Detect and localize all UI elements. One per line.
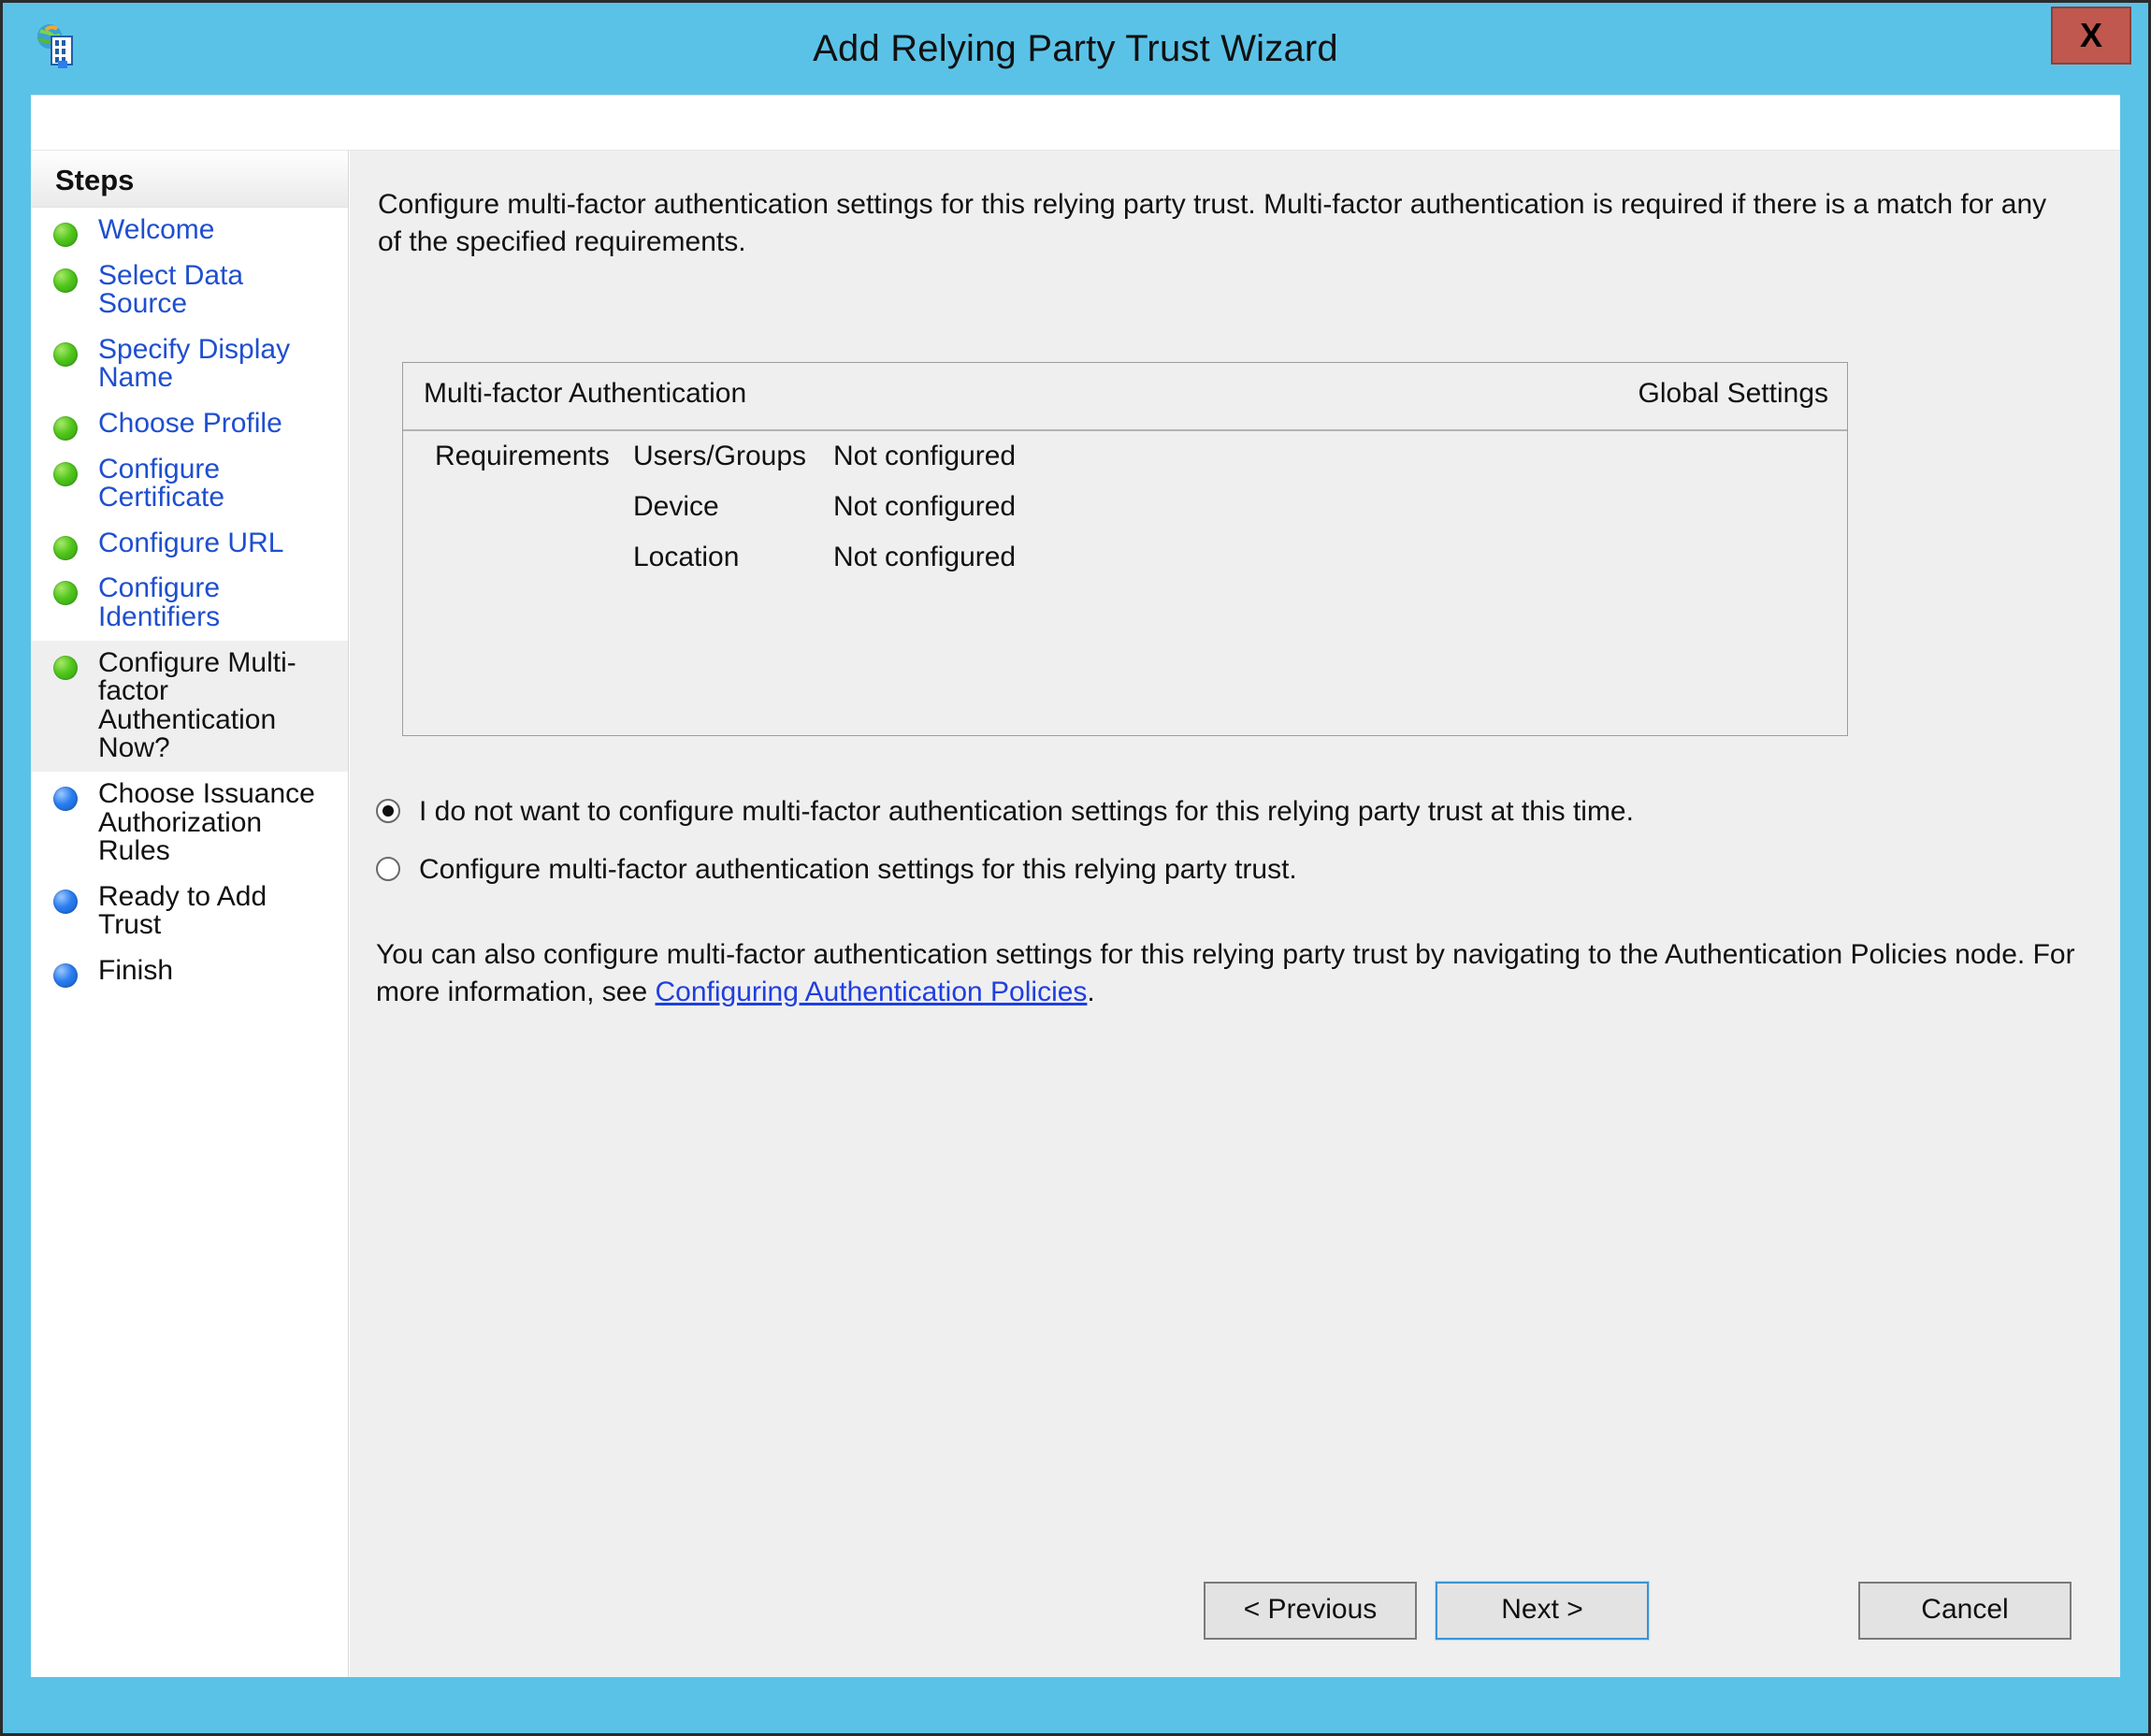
requirement-name: Users/Groups <box>633 441 806 472</box>
help-note-before: You can also configure multi-factor auth… <box>376 939 2075 1007</box>
sidebar-item-label: Specify Display Name <box>98 336 335 393</box>
requirement-value: Not configured <box>833 491 1016 523</box>
mfa-panel-header: Multi-factor Authentication Global Setti… <box>403 363 1847 431</box>
steps-header-label: Steps <box>55 164 134 197</box>
table-row: Location Not configured <box>403 530 1847 581</box>
requirement-name: Location <box>633 542 739 573</box>
status-bullet-icon <box>53 536 78 560</box>
requirements-label: Requirements <box>435 441 610 472</box>
mfa-summary-panel: Multi-factor Authentication Global Setti… <box>402 362 1848 736</box>
status-bullet-icon <box>53 787 78 811</box>
sidebar-item-label: Configure URL <box>98 529 335 558</box>
footer-bar: < Previous Next > Cancel <box>350 1555 2120 1677</box>
next-button[interactable]: Next > <box>1436 1582 1649 1640</box>
sidebar-item-select-data-source[interactable]: Select Data Source <box>31 253 348 327</box>
help-note: You can also configure multi-factor auth… <box>376 936 2078 1011</box>
status-bullet-icon <box>53 416 78 441</box>
previous-button[interactable]: < Previous <box>1204 1582 1417 1640</box>
steps-header: Steps <box>31 151 348 208</box>
radio-label: I do not want to configure multi-factor … <box>419 796 1634 827</box>
table-row: Device Not configured <box>403 480 1847 530</box>
requirement-name: Device <box>633 491 719 523</box>
mfa-panel-title: Multi-factor Authentication <box>424 378 746 410</box>
help-note-after: . <box>1087 976 1094 1007</box>
sidebar-item-configure-url[interactable]: Configure URL <box>31 521 348 567</box>
mfa-panel-scope: Global Settings <box>1639 378 1828 410</box>
sidebar-item-label: Ready to Add Trust <box>98 883 335 940</box>
window-title: Add Relying Party Trust Wizard <box>3 3 2148 94</box>
close-button[interactable]: X <box>2051 7 2131 65</box>
main-content: Configure multi-factor authentication se… <box>350 151 2120 1677</box>
status-bullet-icon <box>53 268 78 293</box>
sidebar-item-label: Choose Profile <box>98 410 335 439</box>
requirement-value: Not configured <box>833 542 1016 573</box>
sidebar-item-label: Choose Issuance Authorization Rules <box>98 780 335 866</box>
sidebar-item-welcome[interactable]: Welcome <box>31 208 348 253</box>
radio-do-not-configure-mfa[interactable]: I do not want to configure multi-factor … <box>376 796 1634 828</box>
radio-configure-mfa[interactable]: Configure multi-factor authentication se… <box>376 854 1297 886</box>
cancel-button[interactable]: Cancel <box>1858 1582 2072 1640</box>
sidebar-item-configure-mfa-now[interactable]: Configure Multi-factor Authentication No… <box>31 641 348 772</box>
steps-sidebar: Steps Welcome Select Data Source Specify… <box>31 151 349 1677</box>
sidebar-item-ready-to-add-trust[interactable]: Ready to Add Trust <box>31 875 348 948</box>
sidebar-item-label: Finish <box>98 957 335 986</box>
sidebar-item-configure-identifiers[interactable]: Configure Identifiers <box>31 566 348 640</box>
sidebar-item-label: Select Data Source <box>98 262 335 319</box>
requirements-table: Requirements Users/Groups Not configured… <box>403 429 1847 581</box>
intro-text: Configure multi-factor authentication se… <box>378 186 2071 261</box>
sidebar-item-finish[interactable]: Finish <box>31 948 348 994</box>
header-banner <box>31 95 2120 151</box>
sidebar-item-specify-display-name[interactable]: Specify Display Name <box>31 327 348 401</box>
radio-label: Configure multi-factor authentication se… <box>419 854 1297 885</box>
status-bullet-icon <box>53 342 78 367</box>
sidebar-item-choose-profile[interactable]: Choose Profile <box>31 401 348 447</box>
wizard-window: Add Relying Party Trust Wizard X Steps W… <box>0 0 2151 1736</box>
title-bar: Add Relying Party Trust Wizard X <box>3 3 2148 94</box>
configuring-authentication-policies-link[interactable]: Configuring Authentication Policies <box>655 976 1087 1007</box>
sidebar-item-label: Configure Identifiers <box>98 574 335 631</box>
radio-button-icon[interactable] <box>376 857 400 881</box>
status-bullet-icon <box>53 581 78 605</box>
requirement-value: Not configured <box>833 441 1016 472</box>
sidebar-item-choose-issuance-authorization-rules[interactable]: Choose Issuance Authorization Rules <box>31 772 348 875</box>
status-bullet-icon <box>53 656 78 680</box>
sidebar-item-configure-certificate[interactable]: Configure Certificate <box>31 447 348 521</box>
client-area: Steps Welcome Select Data Source Specify… <box>31 94 2120 1677</box>
table-row: Requirements Users/Groups Not configured <box>403 429 1847 480</box>
status-bullet-icon <box>53 963 78 988</box>
sidebar-item-label: Welcome <box>98 216 335 245</box>
status-bullet-icon <box>53 223 78 247</box>
radio-button-icon[interactable] <box>376 799 400 823</box>
sidebar-item-label: Configure Certificate <box>98 456 335 513</box>
status-bullet-icon <box>53 462 78 486</box>
sidebar-item-label: Configure Multi-factor Authentication No… <box>98 649 335 763</box>
status-bullet-icon <box>53 890 78 914</box>
